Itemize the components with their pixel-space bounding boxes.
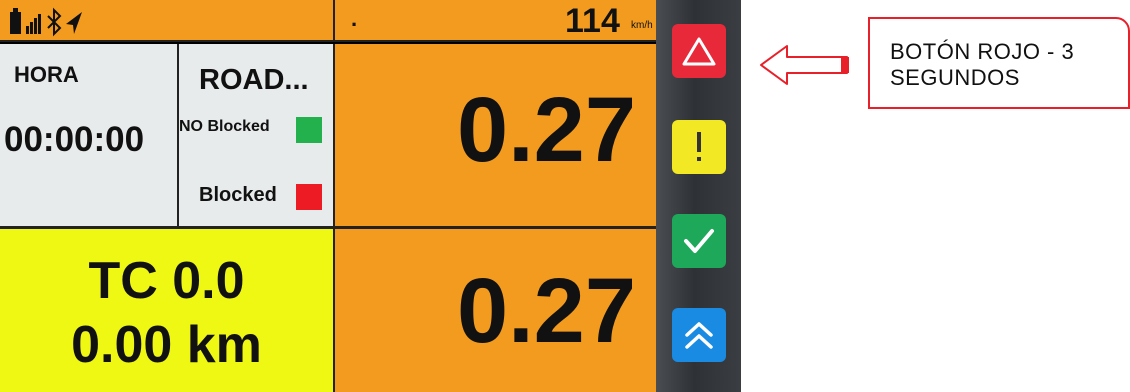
- blocked-label: Blocked: [199, 184, 277, 206]
- status-bar: [0, 0, 333, 42]
- red-warning-button[interactable]: [672, 24, 726, 78]
- total-distance-value: 0.27: [456, 260, 636, 362]
- annotation-callout: BOTÓN ROJO - 3 SEGUNDOS: [868, 17, 1130, 109]
- partial-distance-panel: 0.27: [333, 44, 656, 226]
- time-value: 00:00:00: [4, 120, 145, 159]
- tc-value: TC 0.0: [88, 252, 245, 310]
- partial-distance-value: 0.27: [456, 79, 636, 181]
- triangle-icon: [682, 37, 716, 66]
- gps-status-dot: .: [351, 6, 358, 31]
- tc-distance: 0.00 km: [71, 316, 262, 374]
- annotation-arrow-icon: [760, 45, 849, 85]
- road-panel: ROAD... NO Blocked Blocked: [177, 44, 333, 226]
- signal-icon: [26, 14, 41, 34]
- exclamation-icon: [697, 132, 701, 161]
- no-blocked-indicator[interactable]: [296, 117, 322, 143]
- device-button-panel: [656, 0, 741, 392]
- blocked-indicator[interactable]: [296, 184, 322, 210]
- annotation-line-1: BOTÓN ROJO - 3: [890, 39, 1075, 64]
- no-blocked-label: NO Blocked: [179, 118, 270, 135]
- road-title: ROAD...: [199, 64, 309, 96]
- time-panel: HORA 00:00:00: [0, 44, 177, 226]
- double-chevron-up-icon: [685, 322, 713, 349]
- speed-value: 114: [565, 2, 620, 40]
- status-icons: [10, 7, 82, 37]
- annotation-line-2: SEGUNDOS: [890, 65, 1020, 90]
- green-confirm-button[interactable]: [672, 214, 726, 268]
- yellow-alert-button[interactable]: [672, 120, 726, 174]
- speed-unit: km/h: [631, 20, 653, 31]
- gps-arrow-icon: [66, 12, 82, 34]
- hora-label: HORA: [14, 62, 79, 87]
- tc-panel: TC 0.0 0.00 km: [0, 226, 333, 392]
- speed-bar: . 114 km/h: [333, 0, 656, 42]
- battery-icon: [10, 8, 21, 34]
- bluetooth-icon: [47, 7, 62, 37]
- check-icon: [684, 229, 714, 253]
- blue-up-button[interactable]: [672, 308, 726, 362]
- total-distance-panel: 0.27: [333, 226, 656, 392]
